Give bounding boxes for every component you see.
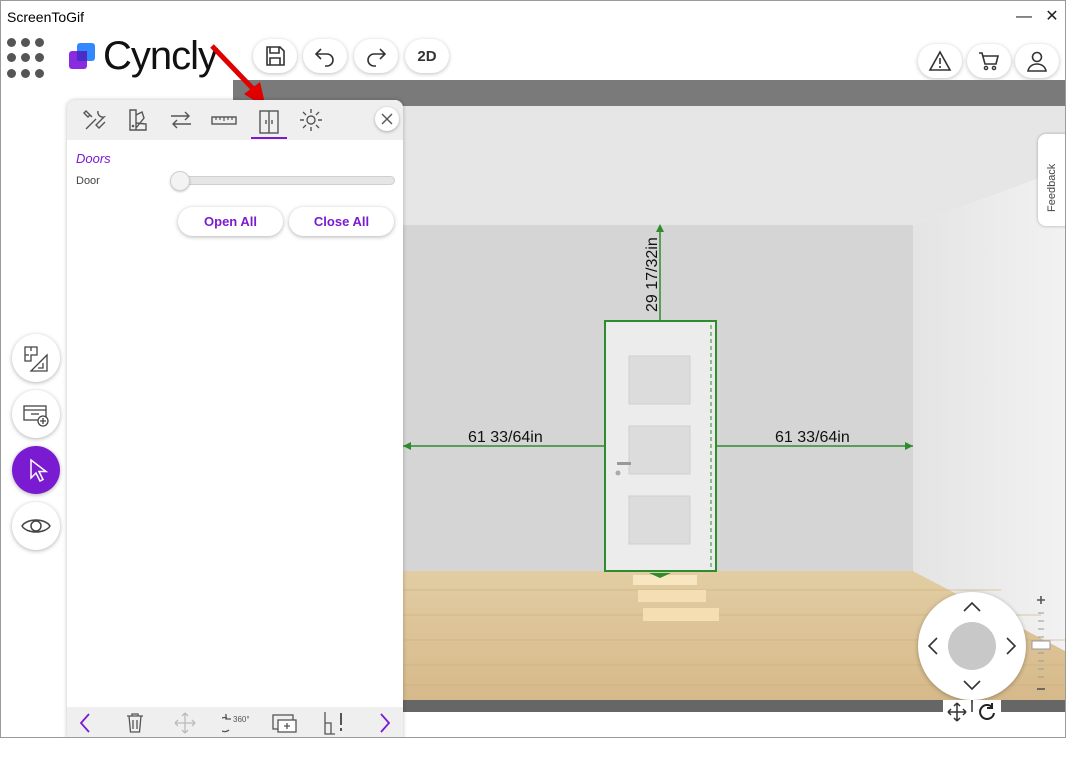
sidebar-item-floorplan[interactable] bbox=[12, 334, 60, 382]
feedback-label: Feedback bbox=[1046, 163, 1058, 212]
window-title: ScreenToGif bbox=[7, 9, 85, 25]
view-2d-button[interactable]: 2D bbox=[405, 39, 449, 73]
panel-close-button[interactable] bbox=[375, 107, 399, 131]
delete-button[interactable] bbox=[121, 711, 149, 735]
user-icon bbox=[1027, 51, 1047, 72]
minimize-button[interactable]: — bbox=[1014, 7, 1034, 27]
move-arrows-icon bbox=[947, 702, 967, 722]
move-icon bbox=[174, 712, 196, 734]
next-button[interactable] bbox=[371, 711, 399, 735]
zoom-scale bbox=[1031, 596, 1051, 690]
chevron-left-icon bbox=[927, 637, 938, 655]
warning-wall-icon bbox=[324, 712, 342, 735]
tab-materials[interactable] bbox=[122, 106, 154, 134]
rotate-label: 360° bbox=[233, 715, 250, 724]
navigation-wheel bbox=[918, 592, 1026, 700]
open-all-button[interactable]: Open All bbox=[178, 207, 283, 236]
door-open-slider[interactable] bbox=[170, 171, 395, 191]
add-cabinet-icon bbox=[23, 405, 49, 427]
section-title-doors: Doors bbox=[76, 151, 111, 166]
title-bar: ScreenToGif — ✕ bbox=[1, 1, 1065, 32]
sidebar-item-select[interactable] bbox=[12, 446, 60, 494]
select-cursor-icon bbox=[30, 458, 49, 483]
nav-left-button[interactable] bbox=[922, 636, 942, 656]
panel-tabs bbox=[67, 100, 403, 140]
pan-mode-button[interactable] bbox=[943, 700, 971, 724]
door-slider-label: Door bbox=[76, 175, 100, 187]
add-view-icon bbox=[272, 714, 297, 733]
feedback-tab[interactable]: Feedback bbox=[1038, 134, 1065, 226]
cart-button[interactable] bbox=[967, 44, 1011, 78]
tools-icon bbox=[83, 110, 107, 130]
undo-button[interactable] bbox=[303, 39, 347, 73]
settings-icon bbox=[300, 109, 322, 131]
nav-right-button[interactable] bbox=[1002, 636, 1022, 656]
top-dimension-label: 29 17/32in bbox=[644, 237, 661, 312]
ruler-icon bbox=[211, 116, 237, 125]
left-dimension-label: 61 33/64in bbox=[468, 429, 543, 446]
app-window: ScreenToGif — ✕ Cyncly 2D 61 33/64in 61 … bbox=[0, 0, 1066, 738]
prev-button[interactable] bbox=[71, 711, 99, 735]
chevron-down-icon bbox=[963, 680, 981, 691]
next-icon bbox=[380, 713, 391, 733]
logo-mark-icon bbox=[69, 43, 95, 69]
user-button[interactable] bbox=[1015, 44, 1059, 78]
close-icon bbox=[381, 113, 393, 125]
app-toolbar: Cyncly 2D bbox=[1, 32, 1065, 80]
tab-doors[interactable] bbox=[251, 106, 287, 139]
warnings-button[interactable] bbox=[918, 44, 962, 78]
tab-settings[interactable] bbox=[295, 106, 327, 134]
add-view-button[interactable] bbox=[271, 711, 299, 735]
nav-center-button[interactable] bbox=[948, 622, 996, 670]
orbit-mode-button[interactable] bbox=[973, 700, 1001, 724]
rotate-360-button[interactable]: 360° bbox=[219, 711, 255, 735]
materials-icon bbox=[129, 109, 147, 131]
chevron-up-icon bbox=[963, 601, 981, 612]
slider-thumb[interactable] bbox=[170, 171, 190, 191]
close-window-button[interactable]: ✕ bbox=[1042, 7, 1062, 27]
doors-panel: Doors Door Open All Close All 360° bbox=[67, 100, 403, 737]
move-button[interactable] bbox=[171, 711, 199, 735]
logo-text: Cyncly bbox=[103, 33, 218, 78]
swap-icon bbox=[171, 111, 191, 129]
zoom-slider[interactable] bbox=[1031, 595, 1051, 695]
apps-grid-icon[interactable] bbox=[7, 38, 47, 78]
wall-warning-button[interactable] bbox=[321, 711, 349, 735]
prev-icon bbox=[79, 713, 90, 733]
cart-icon bbox=[979, 52, 1000, 71]
sidebar-item-add-cabinet[interactable] bbox=[12, 390, 60, 438]
3d-viewport[interactable]: 61 33/64in 61 33/64in 29 17/32in Feedbac… bbox=[1, 44, 1065, 737]
view-eye-icon bbox=[21, 519, 51, 533]
warning-icon bbox=[928, 50, 952, 71]
undo-icon bbox=[314, 48, 334, 67]
redo-icon bbox=[367, 48, 387, 67]
panel-bottom-toolbar: 360° bbox=[67, 707, 403, 737]
door-icon bbox=[259, 109, 279, 134]
nav-up-button[interactable] bbox=[962, 596, 982, 616]
tab-measure[interactable] bbox=[208, 106, 240, 134]
chevron-right-icon bbox=[1006, 637, 1017, 655]
trash-icon bbox=[127, 713, 143, 733]
sidebar-item-view[interactable] bbox=[12, 502, 60, 550]
close-all-button[interactable]: Close All bbox=[289, 207, 394, 236]
right-dimension-label: 61 33/64in bbox=[775, 429, 850, 446]
tab-swap[interactable] bbox=[165, 106, 197, 134]
tab-tools[interactable] bbox=[79, 106, 111, 134]
cyncly-logo: Cyncly bbox=[69, 34, 218, 78]
floorplan-icon bbox=[24, 346, 48, 372]
rotate-icon bbox=[979, 703, 995, 720]
nav-down-button[interactable] bbox=[962, 676, 982, 696]
redo-button[interactable] bbox=[354, 39, 398, 73]
